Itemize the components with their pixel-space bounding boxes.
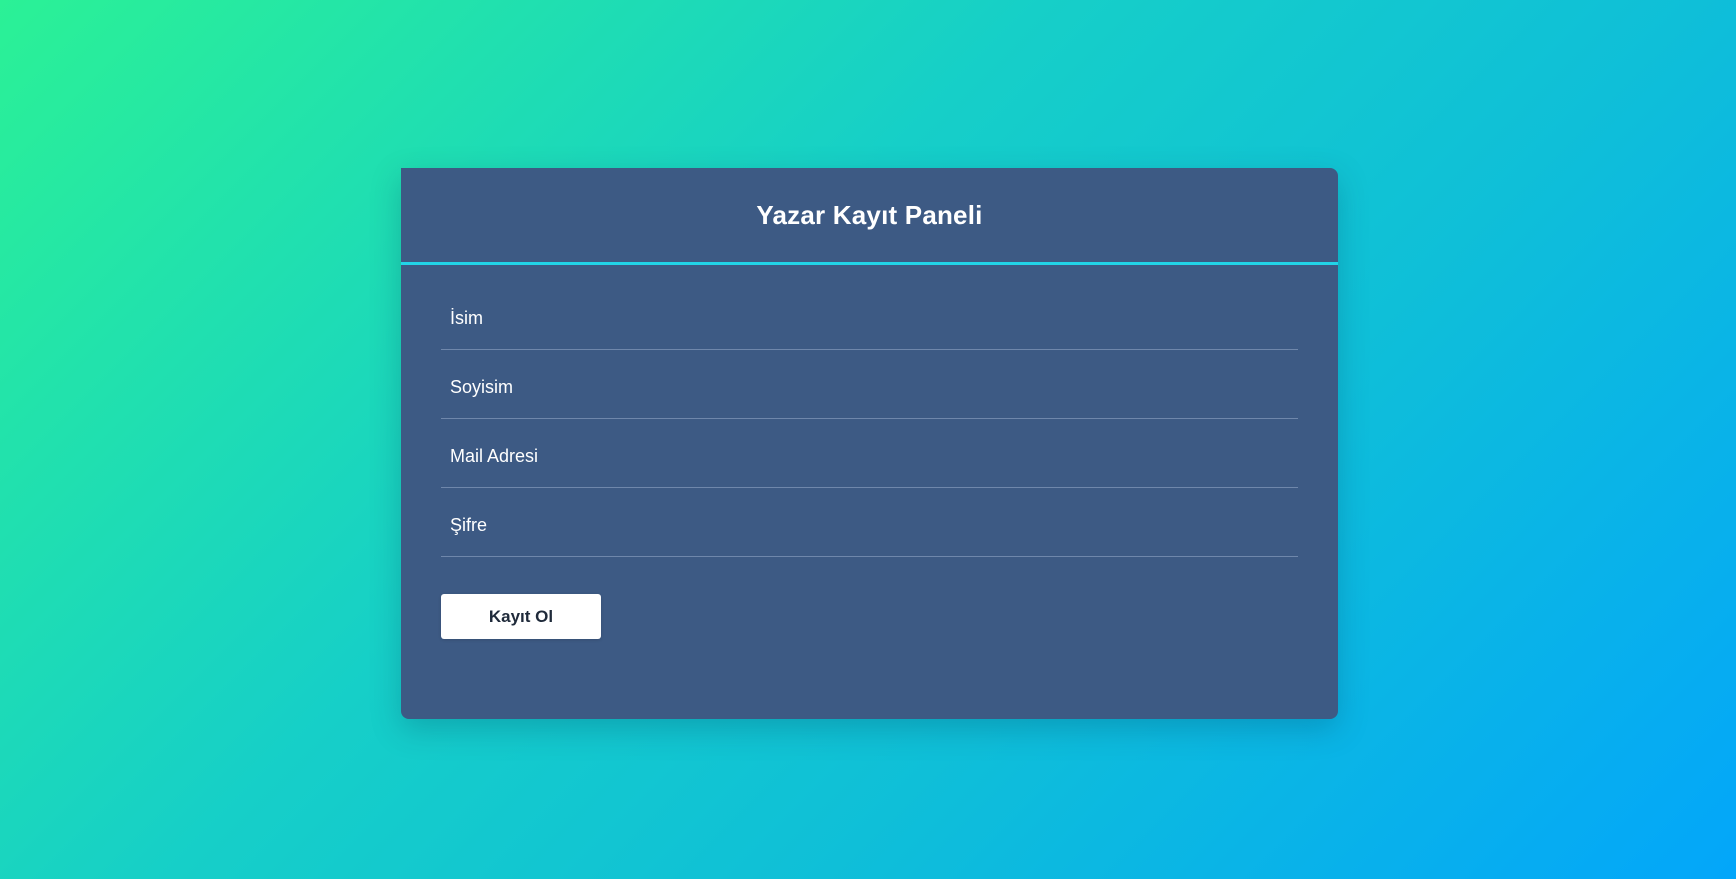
password-field [441, 489, 1298, 557]
registration-panel: Yazar Kayıt Paneli Kayıt Ol [401, 168, 1338, 719]
last-name-field [441, 351, 1298, 419]
email-input[interactable] [441, 446, 1298, 467]
panel-header: Yazar Kayıt Paneli [401, 168, 1338, 265]
panel-title: Yazar Kayıt Paneli [756, 199, 983, 230]
first-name-input[interactable] [441, 308, 1298, 329]
last-name-input[interactable] [441, 377, 1298, 398]
register-button[interactable]: Kayıt Ol [441, 594, 601, 639]
first-name-field [441, 282, 1298, 350]
email-field [441, 420, 1298, 488]
password-input[interactable] [441, 515, 1298, 536]
registration-form [441, 282, 1298, 558]
